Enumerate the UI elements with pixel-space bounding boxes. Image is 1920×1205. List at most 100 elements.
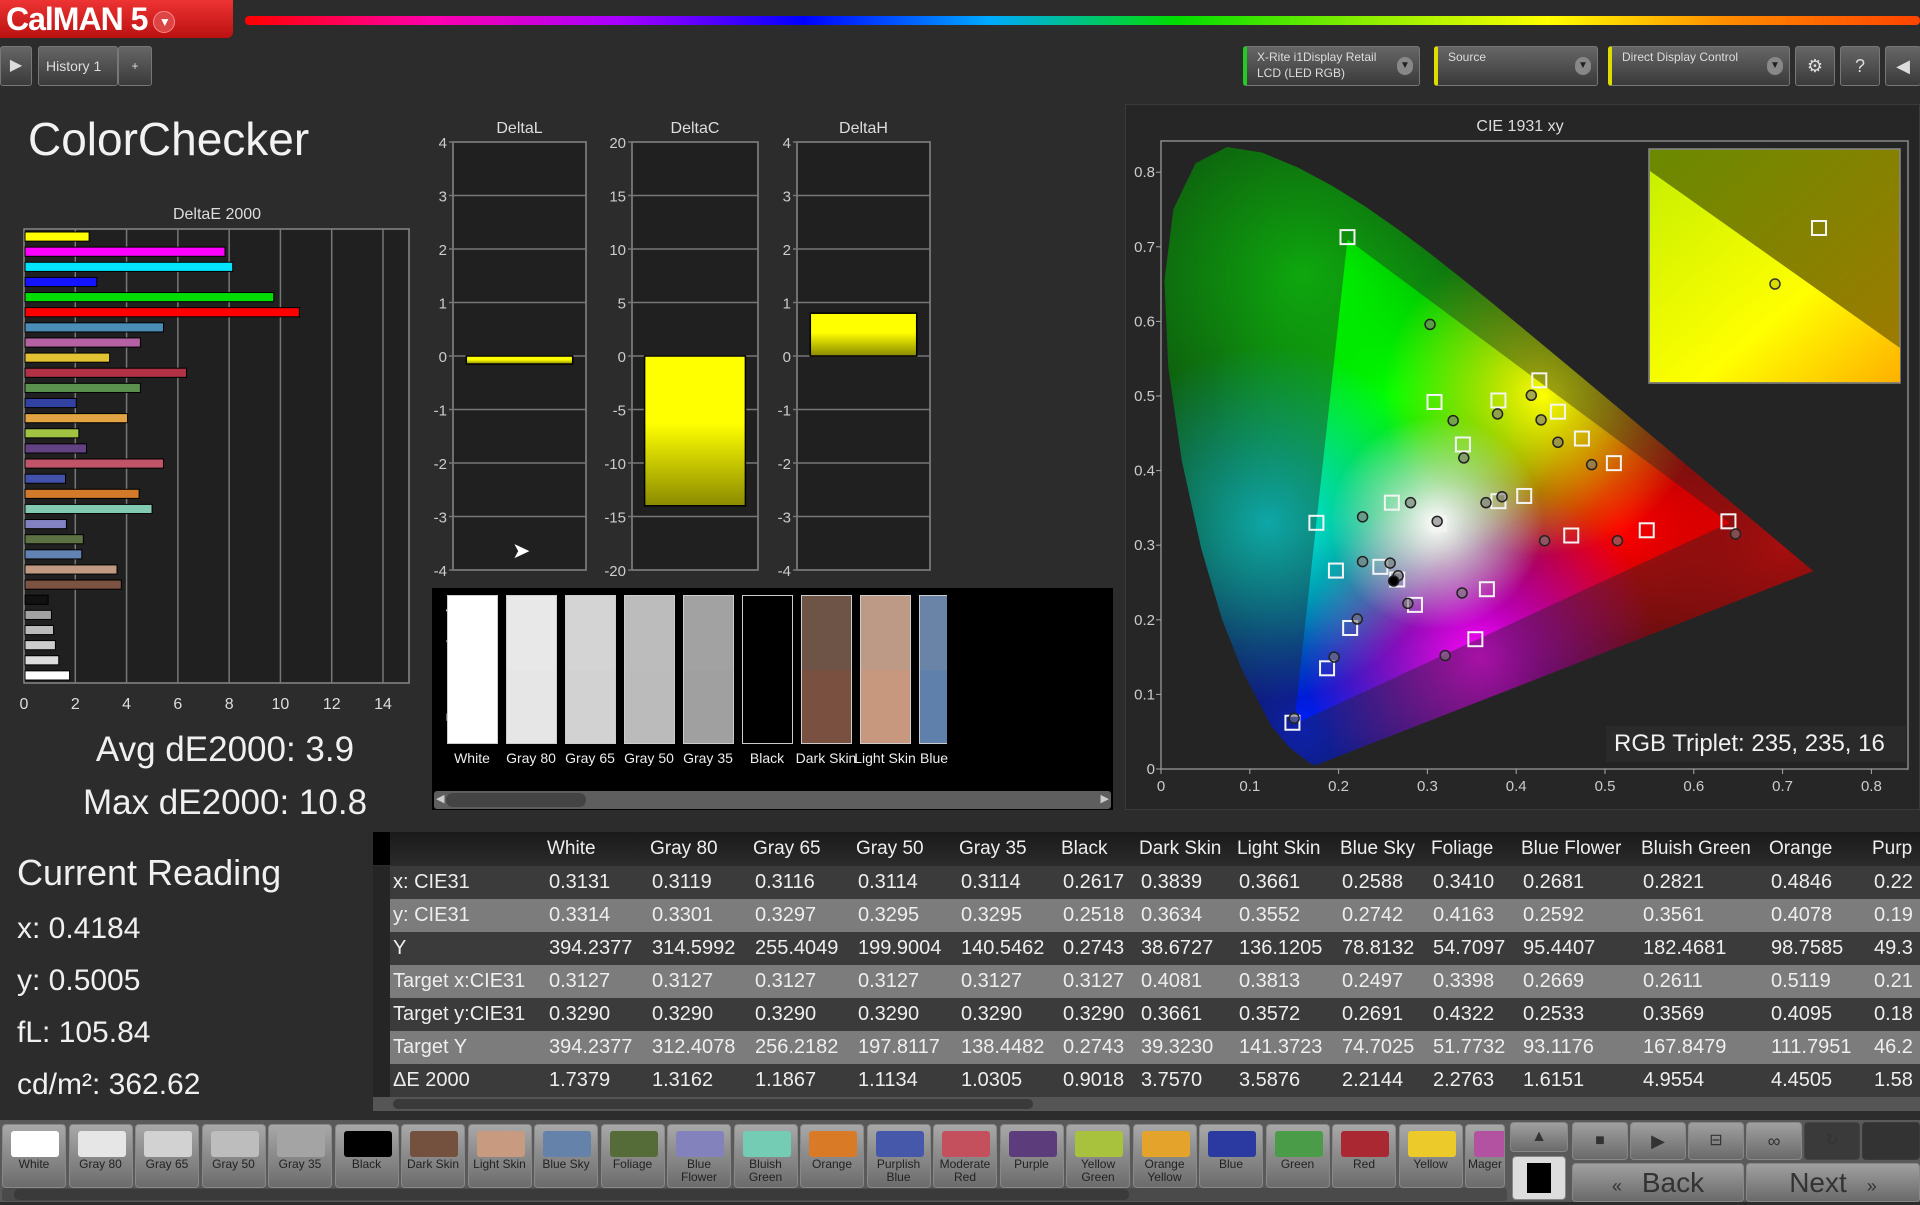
settings-button[interactable]: ⚙: [1795, 46, 1835, 86]
app-logo-text: CalMAN 5: [6, 1, 148, 37]
swatch-button-dark-skin[interactable]: Dark Skin: [401, 1124, 465, 1188]
swatch-button-purple[interactable]: Purple: [999, 1124, 1064, 1188]
save-icon: ⊟: [1709, 1132, 1723, 1149]
swatch-button-gray-35[interactable]: Gray 35: [268, 1124, 332, 1188]
save-button[interactable]: ⊟: [1688, 1122, 1744, 1160]
swatch-gray-80[interactable]: [506, 595, 557, 744]
deltae-bar: [24, 322, 164, 333]
column-header[interactable]: White: [547, 832, 596, 865]
help-button[interactable]: ?: [1840, 46, 1880, 86]
swatch-color: [410, 1131, 458, 1157]
swatch-scrollbar[interactable]: ◀ ▶: [434, 791, 1111, 809]
swatch-light-skin[interactable]: [860, 595, 911, 744]
table-row: Target x:CIE31 0.3127 0.3127 0.3127 0.3127 0.…: [373, 965, 1920, 998]
swatch-button-yellow-green[interactable]: Yellow Green: [1066, 1124, 1130, 1188]
swatch-button-orange[interactable]: Orange: [800, 1124, 864, 1188]
table-cell: 0.3127: [858, 970, 920, 992]
scrollbar-thumb[interactable]: [446, 793, 586, 807]
swatch-strip-scrollbar[interactable]: [2, 1188, 1507, 1201]
stop-measure-button[interactable]: [1512, 1156, 1566, 1200]
column-header[interactable]: Foliage: [1431, 832, 1493, 865]
column-header[interactable]: Purp: [1872, 832, 1912, 865]
measured-marker: [1356, 555, 1369, 568]
swatch-black[interactable]: [742, 595, 793, 744]
y-tick-label: -3: [778, 510, 791, 527]
record-button[interactable]: [1862, 1122, 1920, 1160]
column-header[interactable]: Gray 65: [753, 832, 821, 865]
add-tab-button[interactable]: +: [118, 46, 152, 86]
swatch-button-gray-50[interactable]: Gray 50: [201, 1124, 266, 1188]
scroll-up-button[interactable]: ▲: [1510, 1122, 1568, 1152]
scroll-left-icon[interactable]: ◀: [436, 792, 444, 805]
y-tick-label: 15: [609, 189, 626, 206]
swatch-button-label: Orange Yellow: [1144, 1157, 1185, 1184]
swatch-button-light-skin[interactable]: Light Skin: [467, 1124, 532, 1188]
swatch-button-mager[interactable]: Mager: [1465, 1124, 1505, 1188]
display-control-dropdown[interactable]: Direct Display Control ▼: [1608, 46, 1790, 86]
tab-history-1[interactable]: History 1: [38, 46, 118, 86]
row-label: ΔE 2000: [393, 1069, 470, 1091]
x-tick-label: 6: [173, 696, 182, 713]
column-header[interactable]: Orange: [1769, 832, 1832, 865]
expand-sidebar-button[interactable]: ▶: [0, 46, 32, 86]
column-header[interactable]: Black: [1061, 832, 1107, 865]
table-scrollbar[interactable]: [373, 1097, 1920, 1111]
stop-button[interactable]: ■: [1572, 1122, 1628, 1160]
measured-marker: [1328, 651, 1340, 663]
swatch-button-green[interactable]: Green: [1265, 1124, 1330, 1188]
swatch-gray-65[interactable]: [565, 595, 616, 744]
meter-dropdown[interactable]: X-Rite i1Display Retail LCD (LED RGB) ▼: [1243, 46, 1420, 86]
table-cell: 0.3127: [961, 970, 1023, 992]
swatch-white[interactable]: [447, 595, 498, 744]
swatch-button-red[interactable]: Red: [1332, 1124, 1396, 1188]
table-cell: 0.2691: [1342, 1003, 1404, 1025]
scroll-right-icon[interactable]: ▶: [1101, 792, 1109, 805]
swatch-button-blue[interactable]: Blue: [1199, 1124, 1263, 1188]
table-cell: 0.2821: [1643, 871, 1705, 893]
swatch-button-orange-yellow[interactable]: Orange Yellow: [1132, 1124, 1197, 1188]
swatch-button-moderate-red[interactable]: Moderate Red: [933, 1124, 997, 1188]
infinity-icon: ∞: [1767, 1131, 1781, 1151]
swatch-button-gray-80[interactable]: Gray 80: [68, 1124, 133, 1188]
column-header[interactable]: Gray 50: [856, 832, 924, 865]
table-cell: 0.3119: [652, 871, 712, 893]
swatch-gray-50[interactable]: [624, 595, 675, 744]
measured-marker: [1552, 436, 1564, 449]
app-logo-menu[interactable]: CalMAN 5 ▼: [0, 0, 233, 38]
swatch-gray-35[interactable]: [683, 595, 734, 744]
scrollbar-thumb[interactable]: [393, 1099, 1033, 1109]
table-cell: 39.3230: [1141, 1036, 1214, 1058]
column-header[interactable]: Light Skin: [1237, 832, 1320, 865]
up-arrow-icon: ▲: [1531, 1128, 1547, 1145]
column-header[interactable]: Dark Skin: [1139, 832, 1221, 865]
swatch-button-blue-flower[interactable]: Blue Flower: [667, 1124, 731, 1188]
swatch-blue[interactable]: [919, 595, 947, 744]
measured-marker: [1387, 575, 1400, 587]
refresh-button[interactable]: ↻: [1804, 1122, 1860, 1160]
table-cell: 0.4078: [1771, 904, 1833, 926]
scrollbar-thumb[interactable]: [14, 1189, 1129, 1200]
deltae-bar: [24, 413, 129, 424]
column-header[interactable]: Gray 80: [650, 832, 718, 865]
swatch-button-white[interactable]: White: [2, 1124, 66, 1188]
source-dropdown[interactable]: Source ▼: [1434, 46, 1598, 86]
swatch-button-blue-sky[interactable]: Blue Sky: [534, 1124, 598, 1188]
swatch-button-foliage[interactable]: Foliage: [600, 1124, 665, 1188]
swatch-button-yellow[interactable]: Yellow: [1398, 1124, 1463, 1188]
swatch-button-purplish-blue[interactable]: Purplish Blue: [866, 1124, 931, 1188]
deltae-bar: [24, 579, 122, 590]
column-header[interactable]: Blue Flower: [1521, 832, 1621, 865]
column-header[interactable]: Blue Sky: [1340, 832, 1415, 865]
swatch-dark-skin[interactable]: [801, 595, 852, 744]
swatch-button-gray-65[interactable]: Gray 65: [135, 1124, 199, 1188]
mouse-cursor-icon: ➤: [512, 538, 531, 563]
play-button[interactable]: ▶: [1630, 1122, 1686, 1160]
back-button[interactable]: « Back: [1572, 1163, 1744, 1202]
collapse-button[interactable]: ◀: [1885, 46, 1920, 86]
next-button[interactable]: Next »: [1746, 1163, 1920, 1202]
swatch-button-black[interactable]: Black: [334, 1124, 399, 1188]
swatch-button-bluish-green[interactable]: Bluish Green: [733, 1124, 798, 1188]
loop-button[interactable]: ∞: [1746, 1122, 1802, 1160]
column-header[interactable]: Bluish Green: [1641, 832, 1751, 865]
column-header[interactable]: Gray 35: [959, 832, 1027, 865]
